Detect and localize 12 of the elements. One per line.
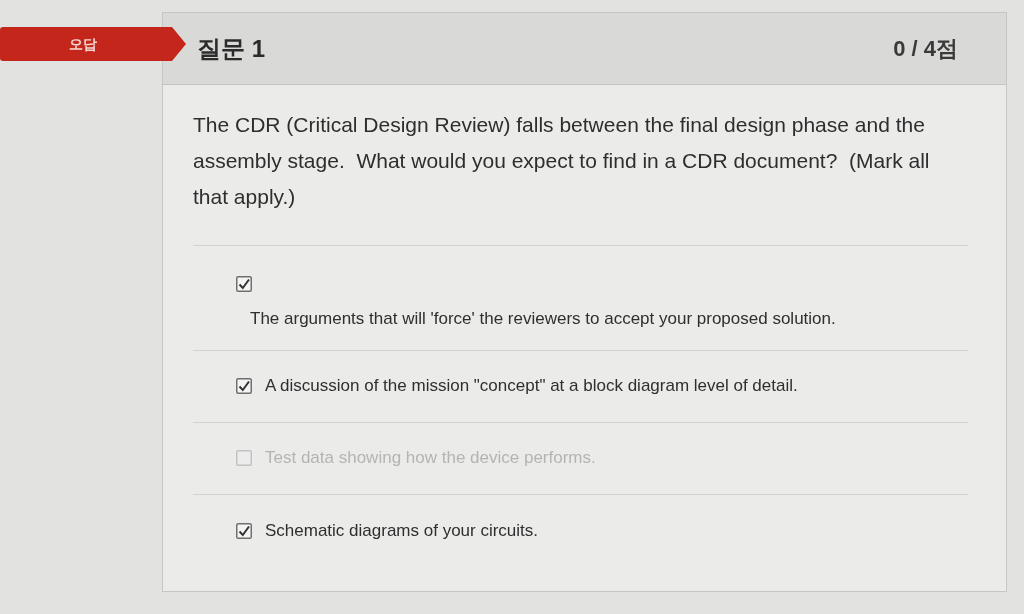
checkbox[interactable] (236, 450, 252, 466)
question-title: 질문 1 (197, 33, 265, 64)
incorrect-ribbon: 오답 (0, 27, 186, 61)
checked-checkbox[interactable] (236, 522, 252, 539)
question-score: 0 / 4점 (893, 35, 958, 63)
question-text: The CDR (Critical Design Review) falls between the final design phase and the assembly stage. What would you expect to find in a CDR document? (Mark all that apply.) (193, 112, 931, 210)
checked-checkbox[interactable] (236, 378, 252, 394)
answer-text: A discussion of the mission "concept" at a block diagram level of detail. (265, 375, 798, 398)
checked-checkbox[interactable] (236, 276, 252, 292)
answer-text: The arguments that will 'force' the reviewers to accept your proposed solution. (249, 308, 836, 330)
answer-text: Test data showing how the device performs. (265, 447, 596, 470)
answer-text: Schematic diagrams of your circuits. (265, 519, 539, 542)
